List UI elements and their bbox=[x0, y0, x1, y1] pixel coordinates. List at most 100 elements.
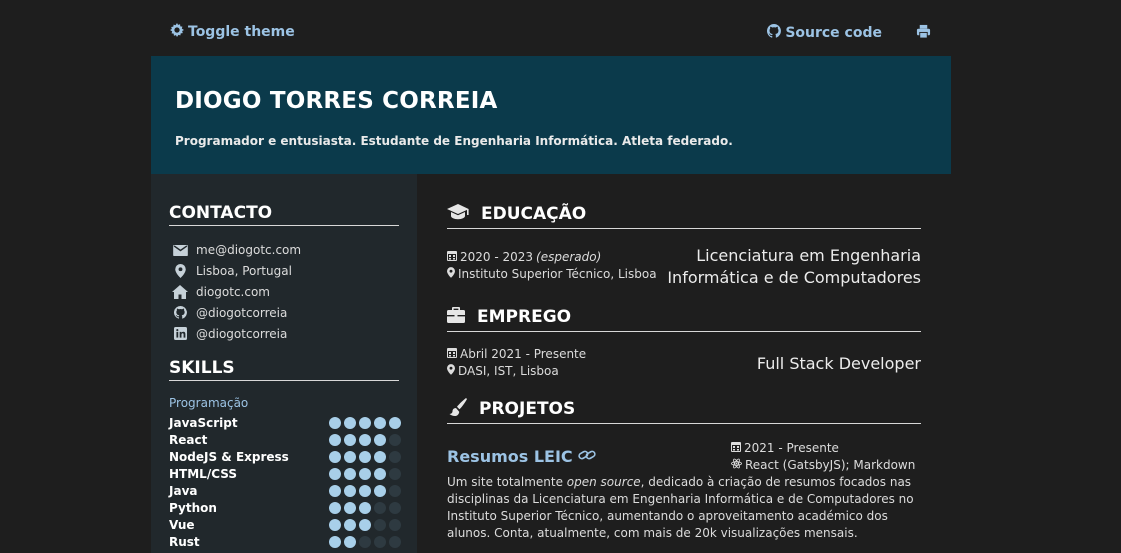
home-icon bbox=[171, 284, 189, 299]
print-icon bbox=[916, 24, 931, 43]
skill-level bbox=[329, 467, 401, 480]
skill-dot-empty bbox=[389, 501, 401, 514]
skill-level bbox=[329, 450, 401, 463]
skill-dot-filled bbox=[344, 501, 356, 514]
source-code-link[interactable]: Source code bbox=[767, 24, 882, 42]
education-degree-line2: Informática e de Computadores bbox=[667, 268, 921, 287]
skill-dot-empty bbox=[389, 467, 401, 480]
employment-heading: EMPREGO bbox=[447, 303, 921, 332]
skill-dot-filled bbox=[374, 416, 386, 429]
employment-meta: Abril 2021 - Presente DASI, IST, Lisboa bbox=[447, 346, 586, 380]
contact-email[interactable]: me@diogotc.com bbox=[171, 240, 301, 261]
education-degree: Licenciatura em Engenharia Informática e… bbox=[667, 245, 921, 289]
toggle-theme-button[interactable]: Toggle theme bbox=[170, 23, 295, 41]
skill-dot-filled bbox=[344, 467, 356, 480]
education-degree-line1: Licenciatura em Engenharia bbox=[696, 246, 921, 265]
skill-dot-filled bbox=[344, 416, 356, 429]
skill-level bbox=[329, 518, 401, 531]
skill-name: Python bbox=[169, 500, 217, 515]
skill-row: React bbox=[169, 431, 401, 448]
employment-place: DASI, IST, Lisboa bbox=[458, 364, 559, 378]
contact-github[interactable]: @diogotcorreia bbox=[171, 302, 301, 323]
skills-list: JavaScript React NodeJS & Express HTML/CSS J… bbox=[169, 414, 401, 550]
project-desc-start: Um site totalmente bbox=[447, 475, 567, 489]
map-marker-icon bbox=[447, 363, 455, 380]
project-name: Resumos LEIC bbox=[447, 447, 573, 466]
skill-dot-filled bbox=[344, 535, 356, 548]
skill-dot-empty bbox=[389, 450, 401, 463]
skill-level bbox=[329, 501, 401, 514]
skill-level bbox=[329, 416, 401, 429]
person-name: DIOGO TORRES CORREIA bbox=[175, 88, 498, 114]
skill-level bbox=[329, 484, 401, 497]
skill-dot-empty bbox=[374, 518, 386, 531]
projects-heading: PROJETOS bbox=[447, 395, 921, 424]
graduation-cap-icon bbox=[447, 203, 469, 225]
skill-row: NodeJS & Express bbox=[169, 448, 401, 465]
tagline: Programador e entusiasta. Estudante de E… bbox=[175, 134, 733, 148]
skill-row: JavaScript bbox=[169, 414, 401, 431]
skill-dot-empty bbox=[359, 535, 371, 548]
contact-github-text: @diogotcorreia bbox=[196, 305, 288, 320]
skill-name: Rust bbox=[169, 534, 200, 549]
skill-dot-filled bbox=[329, 433, 341, 446]
education-dates: 2020 - 2023 bbox=[460, 250, 534, 264]
github-icon bbox=[171, 306, 189, 319]
projects-title: PROJETOS bbox=[479, 399, 576, 419]
contact-linkedin[interactable]: @diogotcorreia bbox=[171, 323, 301, 344]
sidebar: CONTACTO me@diogotc.com Lisboa, Portugal… bbox=[151, 174, 417, 553]
skill-dot-empty bbox=[389, 535, 401, 548]
education-meta: 2020 - 2023 (esperado) Instituto Superio… bbox=[447, 249, 657, 283]
print-button[interactable] bbox=[916, 24, 931, 43]
skill-name: HTML/CSS bbox=[169, 466, 237, 481]
skills-title: SKILLS bbox=[169, 358, 399, 381]
skill-dot-filled bbox=[359, 416, 371, 429]
project-dates: 2021 - Presente bbox=[744, 441, 839, 455]
skill-dot-empty bbox=[374, 501, 386, 514]
project-description: Um site totalmente open source, dedicado… bbox=[447, 474, 921, 542]
calendar-icon bbox=[447, 249, 457, 266]
skill-dot-filled bbox=[329, 450, 341, 463]
skill-dot-filled bbox=[359, 484, 371, 497]
map-marker-icon bbox=[171, 264, 189, 279]
skill-dot-filled bbox=[374, 467, 386, 480]
education-title: EDUCAÇÃO bbox=[481, 204, 587, 224]
map-marker-icon bbox=[447, 266, 455, 283]
project-meta: 2021 - Presente React (GatsbyJS); Markdo… bbox=[731, 440, 915, 474]
project-link[interactable]: Resumos LEIC bbox=[447, 447, 596, 466]
skill-dot-empty bbox=[389, 484, 401, 497]
skill-name: NodeJS & Express bbox=[169, 449, 289, 464]
calendar-icon bbox=[731, 440, 741, 457]
paintbrush-icon bbox=[447, 397, 467, 421]
contact-website[interactable]: diogotc.com bbox=[171, 282, 301, 303]
skill-dot-filled bbox=[389, 416, 401, 429]
source-code-label: Source code bbox=[785, 25, 882, 41]
skill-row: HTML/CSS bbox=[169, 465, 401, 482]
skill-dot-filled bbox=[374, 433, 386, 446]
contact-email-text: me@diogotc.com bbox=[196, 243, 302, 258]
skill-name: React bbox=[169, 432, 208, 447]
skill-dot-filled bbox=[359, 450, 371, 463]
briefcase-icon bbox=[447, 306, 465, 328]
contact-location-text: Lisboa, Portugal bbox=[196, 264, 292, 279]
employment-title: EMPREGO bbox=[477, 307, 572, 327]
react-icon bbox=[731, 457, 742, 474]
skill-name: Vue bbox=[169, 517, 195, 532]
skill-name: JavaScript bbox=[169, 415, 238, 430]
skill-dot-filled bbox=[359, 433, 371, 446]
resume-header: DIOGO TORRES CORREIA Programador e entus… bbox=[151, 56, 951, 174]
skill-dot-filled bbox=[344, 518, 356, 531]
skill-name: Java bbox=[169, 483, 198, 498]
skill-dot-filled bbox=[344, 433, 356, 446]
skill-dot-filled bbox=[329, 467, 341, 480]
gear-icon bbox=[170, 23, 184, 41]
contact-title: CONTACTO bbox=[169, 203, 399, 226]
skill-dot-empty bbox=[374, 535, 386, 548]
link-icon bbox=[578, 447, 596, 466]
calendar-icon bbox=[447, 346, 457, 363]
skill-dot-empty bbox=[389, 518, 401, 531]
skill-dot-filled bbox=[374, 484, 386, 497]
envelope-icon bbox=[171, 244, 189, 256]
skill-level bbox=[329, 433, 401, 446]
skills-category: Programação bbox=[169, 396, 249, 410]
